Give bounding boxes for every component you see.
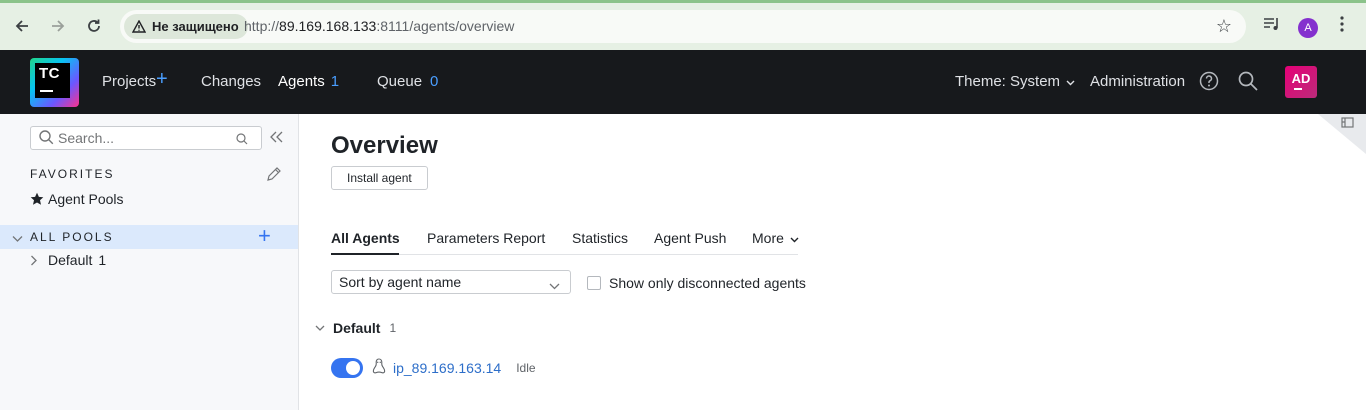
group-count: 1	[389, 321, 397, 335]
star-icon	[30, 192, 44, 205]
chevron-down-icon	[790, 237, 799, 243]
group-name: Default	[333, 320, 381, 336]
url-scheme: http://	[244, 18, 280, 34]
warning-icon	[132, 20, 146, 33]
agent-row: ip_89.169.163.14 Idle	[331, 357, 536, 379]
collapse-sidebar-icon[interactable]	[270, 130, 284, 144]
nav-projects[interactable]: Projects	[102, 73, 156, 90]
linux-icon	[372, 358, 386, 378]
tab-agent-push[interactable]: Agent Push	[654, 230, 726, 246]
chevron-right-icon[interactable]	[30, 255, 38, 266]
teamcity-logo[interactable]: TC	[30, 58, 79, 107]
logo-text: TC	[39, 65, 60, 82]
search-query-icon[interactable]	[236, 132, 248, 150]
sidebar-search[interactable]	[30, 126, 262, 150]
queue-count: 0	[430, 73, 439, 90]
reload-icon[interactable]	[82, 14, 106, 38]
favorite-label: Agent Pools	[48, 191, 124, 207]
sort-select[interactable]: Sort by agent name	[331, 270, 571, 294]
nav-queue[interactable]: Queue 0	[377, 73, 438, 90]
sidebar-item-default-pool[interactable]: Default 1	[30, 252, 106, 268]
url-host: 89.169.168.133	[279, 18, 377, 34]
search-icon[interactable]	[1238, 71, 1258, 96]
add-project-icon[interactable]: +	[156, 68, 168, 91]
nav-changes[interactable]: Changes	[201, 73, 261, 90]
all-pools-title: ALL POOLS	[30, 230, 114, 244]
tab-more[interactable]: More	[752, 230, 799, 246]
tab-all-agents[interactable]: All Agents	[331, 230, 400, 246]
search-icon	[39, 130, 54, 150]
main-content: Overview Install agent All Agents Parame…	[299, 114, 1366, 410]
theme-label: Theme: System	[955, 73, 1061, 90]
sort-value: Sort by agent name	[339, 274, 462, 290]
pool-group-header[interactable]: Default 1	[315, 320, 396, 336]
tab-statistics[interactable]: Statistics	[572, 230, 628, 246]
page-title: Overview	[331, 132, 438, 159]
pool-label: Default	[48, 252, 93, 268]
page-corner-fold	[1318, 114, 1366, 154]
agent-enabled-toggle[interactable]	[331, 358, 363, 378]
address-bar[interactable]: Не защищено http://89.169.168.133:8111/a…	[120, 10, 1246, 43]
tab-parameters-report[interactable]: Parameters Report	[427, 230, 545, 246]
url-path: :8111/agents/overview	[376, 18, 515, 34]
agent-name-link[interactable]: ip_89.169.163.14	[393, 360, 501, 376]
avatar-initials: AD	[1291, 71, 1311, 86]
agent-status: Idle	[516, 361, 536, 375]
agents-tabs: All Agents Parameters Report Statistics …	[331, 226, 799, 255]
profile-avatar[interactable]: A	[1298, 18, 1318, 38]
back-icon[interactable]	[10, 14, 34, 38]
help-icon[interactable]	[1199, 71, 1219, 96]
app-header: TC Projects + Changes Agents 1 Queue 0 The…	[0, 50, 1366, 114]
media-controls-icon[interactable]	[1263, 16, 1281, 37]
nav-queue-label: Queue	[377, 73, 423, 90]
favorite-agent-pools[interactable]: Agent Pools	[30, 191, 124, 207]
chevron-down-icon	[1066, 80, 1075, 86]
nav-administration[interactable]: Administration	[1090, 73, 1185, 90]
show-disconnected-label: Show only disconnected agents	[609, 275, 806, 291]
browser-toolbar: Не защищено http://89.169.168.133:8111/a…	[0, 0, 1366, 50]
user-avatar[interactable]: AD	[1285, 66, 1317, 98]
chevron-down-icon[interactable]	[12, 230, 23, 248]
active-tab-indicator	[331, 253, 399, 255]
install-agent-button[interactable]: Install agent	[331, 166, 428, 190]
tab-more-label: More	[752, 230, 784, 246]
nav-agents-label: Agents	[278, 73, 325, 90]
forward-icon[interactable]	[46, 14, 70, 38]
add-pool-icon[interactable]: +	[258, 225, 271, 247]
favorites-title: FAVORITES	[30, 167, 115, 181]
edit-favorites-icon[interactable]	[266, 166, 282, 187]
chevron-down-icon[interactable]	[315, 325, 325, 332]
chevron-down-icon	[549, 277, 560, 293]
url-text[interactable]: http://89.169.168.133:8111/agents/overvi…	[244, 18, 514, 34]
kebab-menu-icon[interactable]	[1340, 16, 1344, 37]
search-input[interactable]	[58, 129, 233, 147]
show-disconnected-option[interactable]: Show only disconnected agents	[587, 275, 806, 291]
pool-count: 1	[98, 252, 107, 268]
agents-count: 1	[330, 73, 340, 90]
all-pools-row[interactable]: ALL POOLS +	[0, 225, 298, 249]
show-disconnected-checkbox[interactable]	[587, 276, 601, 290]
theme-selector[interactable]: Theme: System	[955, 73, 1075, 90]
security-chip[interactable]: Не защищено	[124, 14, 248, 39]
sidebar: FAVORITES Agent Pools ALL POOLS + Defaul…	[0, 114, 299, 410]
nav-agents[interactable]: Agents 1	[278, 73, 339, 90]
bookmark-star-icon[interactable]: ☆	[1216, 16, 1232, 37]
security-label: Не защищено	[152, 19, 239, 34]
